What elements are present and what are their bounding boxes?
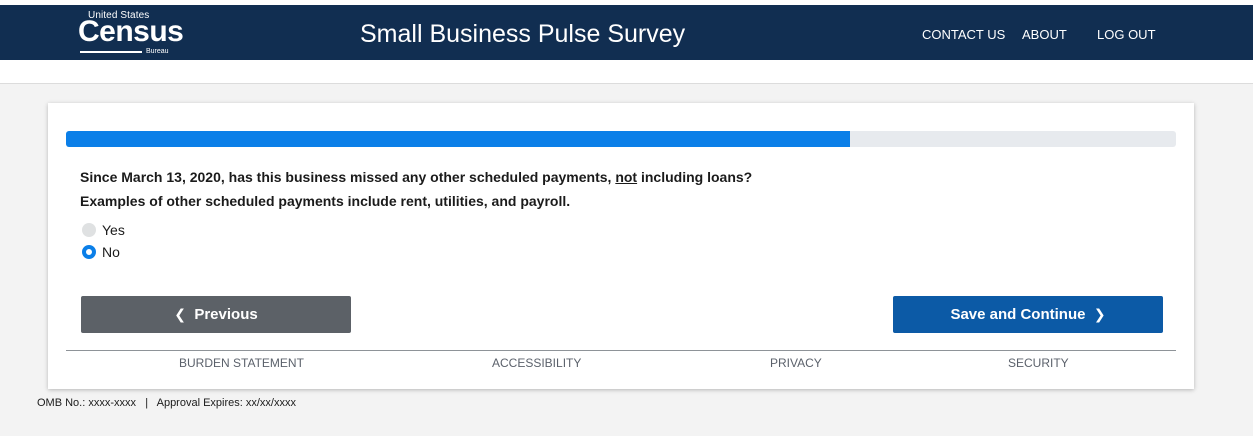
header-bar: United States Census Bureau Small Busine… [0, 0, 1253, 60]
chevron-left-icon: ❮ [174, 306, 186, 322]
previous-button[interactable]: ❮ Previous [81, 296, 351, 333]
footer-link-privacy[interactable]: PRIVACY [770, 355, 822, 371]
logo-text-census: Census [78, 15, 184, 48]
save-and-continue-label: Save and Continue [950, 306, 1086, 323]
radio-no[interactable] [82, 245, 96, 259]
nav-log-out[interactable]: LOG OUT [1097, 27, 1156, 43]
footer-link-accessibility[interactable]: ACCESSIBILITY [492, 355, 581, 371]
question-line-2: Examples of other scheduled payments inc… [80, 193, 571, 209]
footer-divider [66, 350, 1176, 351]
census-logo[interactable]: United States Census Bureau [78, 9, 184, 61]
site-title: Small Business Pulse Survey [360, 20, 686, 48]
approval-expires: Approval Expires: xx/xx/xxxx [156, 397, 296, 409]
omb-number: OMB No.: xxxx-xxxx [37, 397, 137, 409]
question-line-1: Since March 13, 2020, has this business … [80, 169, 753, 185]
save-and-continue-button[interactable]: Save and Continue ❯ [893, 296, 1163, 333]
progress-bar [66, 131, 1176, 147]
chevron-right-icon: ❯ [1093, 306, 1106, 322]
logo-text-bureau: Bureau [146, 48, 169, 55]
footer-link-security[interactable]: SECURITY [1008, 355, 1069, 371]
nav-about[interactable]: ABOUT [1022, 27, 1067, 43]
radio-yes[interactable] [82, 223, 96, 237]
nav-contact-us[interactable]: CONTACT US [922, 27, 1005, 43]
logo-underline [80, 51, 142, 53]
question-text: Since March 13, 2020, has this business … [80, 165, 752, 213]
option-yes-label[interactable]: Yes [102, 219, 125, 241]
footer-link-burden-statement[interactable]: BURDEN STATEMENT [179, 355, 304, 371]
omb-separator: | [145, 397, 149, 409]
question-emphasis: not [615, 169, 638, 185]
previous-button-label: Previous [194, 306, 258, 323]
progress-bar-fill [66, 131, 850, 147]
omb-info: OMB No.: xxxx-xxxx | Approval Expires: x… [37, 396, 296, 410]
option-no-label[interactable]: No [102, 241, 120, 263]
survey-card: Since March 13, 2020, has this business … [48, 103, 1194, 389]
